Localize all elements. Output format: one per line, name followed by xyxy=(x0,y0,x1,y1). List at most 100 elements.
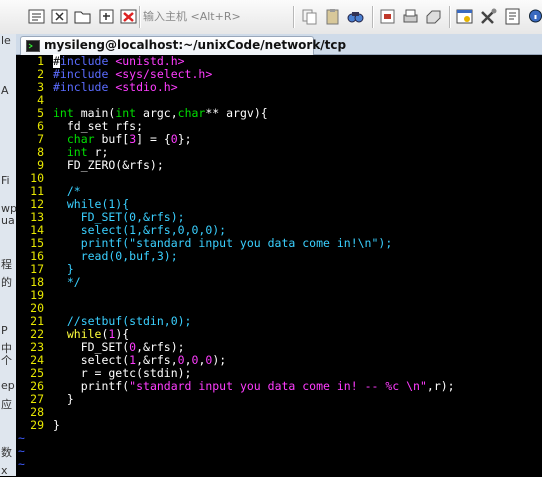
code-token: #include xyxy=(53,80,116,94)
text-cursor: # xyxy=(53,54,60,68)
code-token: fd_set rfs; xyxy=(53,119,144,133)
code-token: main( xyxy=(73,106,116,120)
code-token: select( xyxy=(53,353,130,367)
code-token: char xyxy=(177,106,206,120)
background-text: le xyxy=(1,34,11,47)
code-line: 27 } xyxy=(16,393,542,406)
code-token: <stdio.h> xyxy=(115,80,178,94)
code-text: } xyxy=(53,419,60,432)
code-token: printf( xyxy=(53,379,130,393)
code-token: ); xyxy=(212,353,227,367)
background-text: 程 xyxy=(1,258,12,271)
code-token: FD_ZERO(&rfs); xyxy=(53,158,164,172)
code-text: printf("standard input you data come in!… xyxy=(53,380,455,393)
code-token: 0 xyxy=(177,353,185,367)
reconnect-icon[interactable] xyxy=(97,7,116,26)
code-token: }; xyxy=(177,132,192,146)
terminal-editor[interactable]: 1 #include <unistd.h> 2 #include <sys/selec… xyxy=(16,54,542,476)
code-line: 19 xyxy=(16,289,542,302)
background-window-strip: le A Fi wp ua 程的 P 中个 ep 应数 x xyxy=(0,34,17,477)
code-line: 9 FD_ZERO(&rfs); xyxy=(16,159,542,172)
code-token: ] = { xyxy=(136,132,171,146)
code-line: 3 #include <stdio.h> xyxy=(16,81,542,94)
code-token: r = getc(stdin); xyxy=(53,366,192,380)
code-token: char xyxy=(66,132,95,146)
code-token: 0 xyxy=(170,132,178,146)
background-text: x xyxy=(1,464,8,477)
empty-line-marker: ~ xyxy=(18,457,25,471)
session-tab[interactable]: mysileng@localhost:~/unixCode/network/tc… xyxy=(20,36,346,55)
print-setup-icon[interactable] xyxy=(378,7,397,26)
properties-icon[interactable] xyxy=(455,7,474,26)
code-token: #include xyxy=(53,67,116,81)
code-token: int xyxy=(66,145,88,159)
background-text: P xyxy=(1,324,8,337)
background-text: ep xyxy=(1,379,15,392)
code-line: 18 */ xyxy=(16,276,542,289)
code-token: ,&rfs); xyxy=(136,340,185,354)
code-line: 16 read(0,buf,3); xyxy=(16,250,542,263)
background-text: A xyxy=(1,84,9,97)
code-token: } xyxy=(53,392,74,406)
code-token: //setbuf(stdin,0); xyxy=(53,314,192,328)
new-connection-icon[interactable] xyxy=(27,7,46,26)
tab-bar: mysileng@localhost:~/unixCode/network/tc… xyxy=(16,34,542,55)
code-token: int xyxy=(115,106,137,120)
code-token: , xyxy=(184,353,192,367)
code-token: while(1){ xyxy=(53,197,130,211)
code-text: FD_ZERO(&rfs); xyxy=(53,159,164,172)
code-text: #include <stdio.h> xyxy=(53,81,178,94)
host-input[interactable]: 输入主机 <Alt+R> xyxy=(143,8,241,24)
code-token: read(0,buf,3); xyxy=(53,249,178,263)
code-line: 28 xyxy=(16,406,542,419)
code-token: /* xyxy=(53,184,81,198)
code-token: argc, xyxy=(136,106,178,120)
code-line: 29} xyxy=(16,419,542,432)
code-token: */ xyxy=(53,275,81,289)
code-token: <sys/select.h> xyxy=(115,67,213,81)
paste-icon[interactable] xyxy=(323,7,342,26)
code-line: 17 } xyxy=(16,263,542,276)
tools-icon[interactable] xyxy=(479,7,498,26)
background-text: 应 xyxy=(1,398,12,411)
background-text: 数 xyxy=(1,446,12,459)
code-token: ** argv){ xyxy=(205,106,268,120)
code-token: while xyxy=(66,327,102,341)
code-text: */ xyxy=(53,276,81,289)
toolbar: 输入主机 <Alt+R> xyxy=(0,0,542,35)
code-token: "standard input you data come in! -- %c … xyxy=(129,379,427,393)
code-token: ,&rfs, xyxy=(136,353,178,367)
code-token: FD_SET( xyxy=(53,340,130,354)
code-token: ,r); xyxy=(426,379,455,393)
find-icon[interactable] xyxy=(346,7,365,26)
about-icon[interactable] xyxy=(525,7,542,26)
code-token: } xyxy=(53,262,74,276)
code-token: } xyxy=(53,418,60,432)
code-token: int xyxy=(53,106,74,120)
code-token: r; xyxy=(87,145,109,159)
disconnect-icon[interactable] xyxy=(119,7,138,26)
code-line: 26 printf("standard input you data come … xyxy=(16,380,542,393)
background-text: ua xyxy=(1,214,15,227)
background-text: Fi xyxy=(1,174,10,187)
code-token: ){ xyxy=(115,327,130,341)
code-token: include xyxy=(59,54,116,68)
code-token: FD_SET(0,&rfs); xyxy=(53,210,185,224)
open-folder-icon[interactable] xyxy=(73,7,92,26)
print-icon[interactable] xyxy=(401,7,420,26)
session-tab-title: mysileng@localhost:~/unixCode/network/tc… xyxy=(44,38,347,52)
copy-icon[interactable] xyxy=(300,7,319,26)
quick-connect-icon[interactable] xyxy=(50,7,69,26)
code-token: <unistd.h> xyxy=(115,54,185,68)
code-token: select(1,&rfs,0,0,0); xyxy=(53,223,227,237)
code-token: printf("standard input you data come in!… xyxy=(53,236,393,250)
printer-icon[interactable] xyxy=(424,7,443,26)
code-line: 10 xyxy=(16,172,542,185)
code-token: buf[ xyxy=(94,132,130,146)
background-text: 的 xyxy=(1,276,12,289)
terminal-icon xyxy=(26,40,40,52)
help-icon[interactable] xyxy=(503,7,522,26)
